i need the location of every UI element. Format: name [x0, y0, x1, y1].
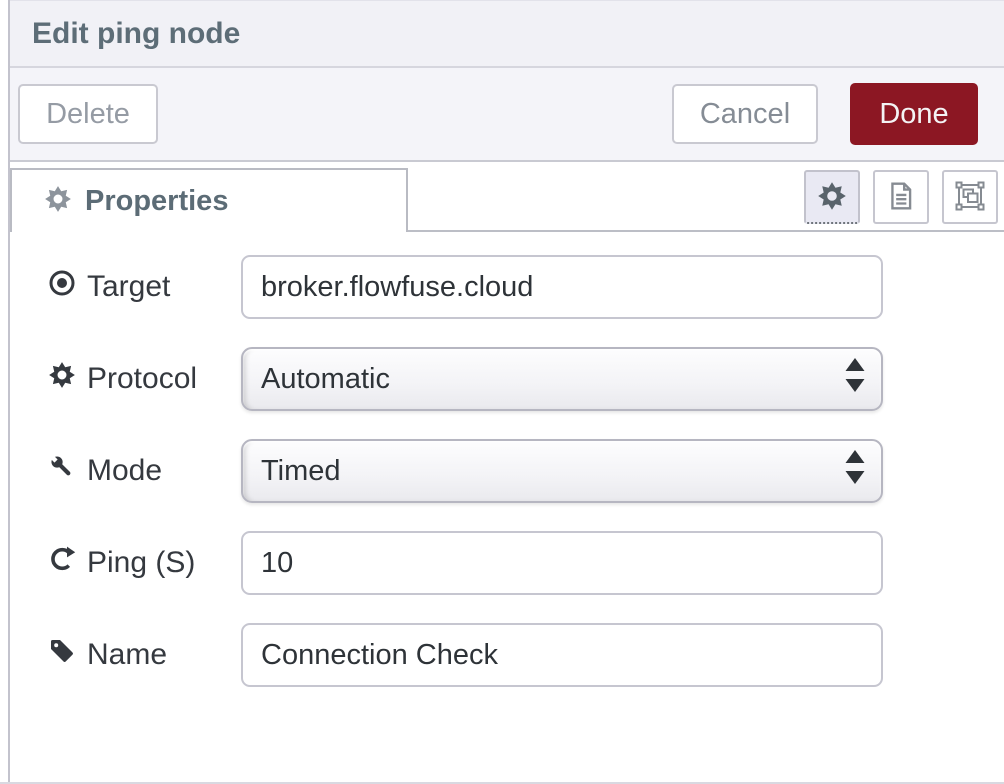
dialog-header: Edit ping node	[10, 0, 1004, 68]
delete-button[interactable]: Delete	[18, 84, 158, 144]
name-input[interactable]	[241, 623, 883, 687]
dialog-title: Edit ping node	[32, 17, 240, 51]
mode-row: Mode Timed	[10, 439, 1004, 503]
dialog-toolbar: Delete Cancel Done	[10, 68, 1004, 162]
edit-node-dialog: Edit ping node Delete Cancel Done Proper…	[0, 0, 1004, 784]
tab-properties-label: Properties	[85, 185, 228, 218]
protocol-label: Protocol	[10, 361, 241, 397]
dot-circle-icon	[48, 269, 76, 305]
cancel-button[interactable]: Cancel	[672, 84, 818, 144]
description-button[interactable]	[873, 170, 929, 224]
file-document-icon	[886, 181, 916, 214]
select-arrows-icon	[844, 449, 866, 493]
target-row: Target	[10, 255, 1004, 319]
properties-gear-button[interactable]	[804, 170, 860, 224]
properties-form: Target Protocol Automatic	[10, 232, 1004, 687]
tab-bar: Properties	[10, 162, 1004, 232]
tab-properties[interactable]: Properties	[10, 168, 408, 232]
target-field	[241, 255, 883, 319]
appearance-button[interactable]	[942, 170, 998, 224]
mode-select[interactable]: Timed	[241, 439, 883, 503]
name-row: Name	[10, 623, 1004, 687]
protocol-field: Automatic	[241, 347, 883, 411]
wrench-icon	[48, 453, 76, 489]
ping-input[interactable]	[241, 531, 883, 595]
gear-icon	[48, 361, 76, 397]
edit-tray: Edit ping node Delete Cancel Done Proper…	[8, 0, 1004, 784]
mode-label: Mode	[10, 453, 241, 489]
protocol-select[interactable]: Automatic	[241, 347, 883, 411]
gear-icon	[44, 185, 72, 218]
ping-field	[241, 531, 883, 595]
ping-row: Ping (S)	[10, 531, 1004, 595]
object-group-icon	[955, 181, 985, 214]
target-input[interactable]	[241, 255, 883, 319]
done-button[interactable]: Done	[850, 83, 978, 145]
name-field	[241, 623, 883, 687]
tab-icon-buttons	[804, 170, 998, 224]
protocol-row: Protocol Automatic	[10, 347, 1004, 411]
mode-field: Timed	[241, 439, 883, 503]
select-arrows-icon	[844, 357, 866, 401]
target-label: Target	[10, 269, 241, 305]
rotate-right-icon	[48, 545, 76, 581]
name-label: Name	[10, 637, 241, 673]
gear-icon	[817, 181, 847, 214]
ping-label: Ping (S)	[10, 545, 241, 581]
tag-icon	[48, 637, 76, 673]
